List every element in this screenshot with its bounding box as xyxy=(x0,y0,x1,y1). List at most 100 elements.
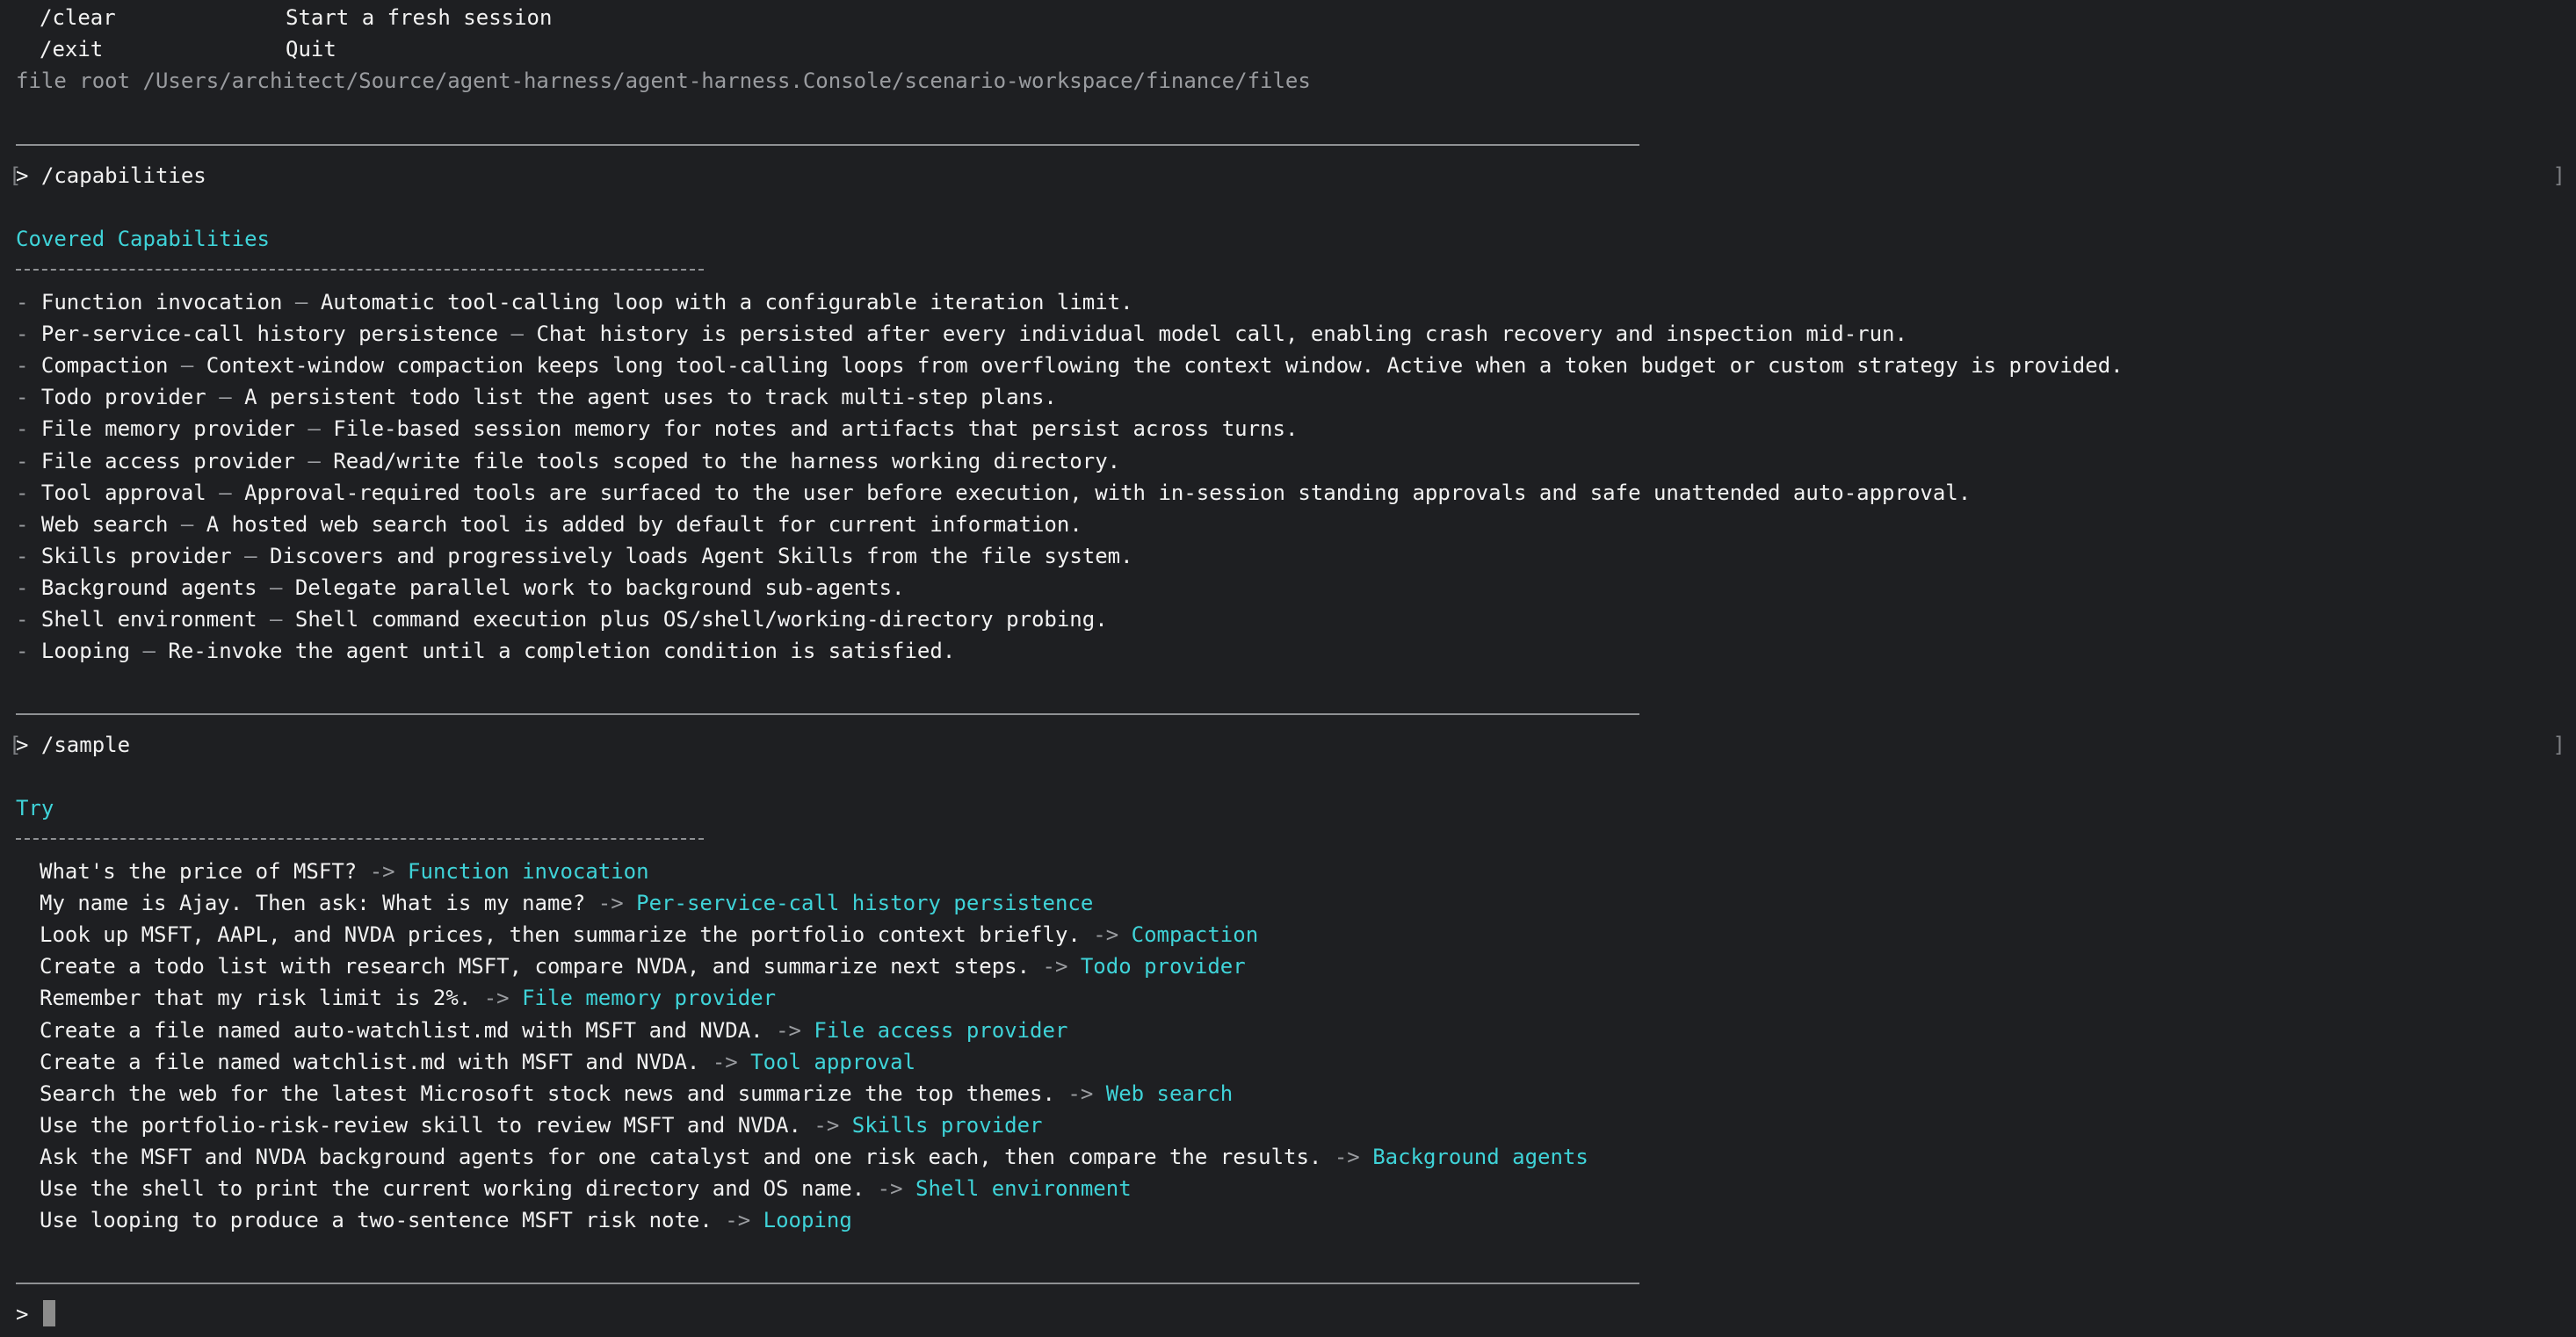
capability-item: - Web search – A hosted web search tool … xyxy=(16,512,1082,537)
separator-rule xyxy=(16,1283,1639,1284)
sample-item: Look up MSFT, AAPL, and NVDA prices, the… xyxy=(16,919,1258,950)
sample-item: Remember that my risk limit is 2%. -> Fi… xyxy=(16,982,776,1014)
capability-description: Automatic tool-calling loop with a confi… xyxy=(320,290,1133,314)
sample-item: Use the portfolio-risk-review skill to r… xyxy=(16,1109,1043,1141)
sample-prompt-text: Use looping to produce a two-sentence MS… xyxy=(40,1208,713,1232)
sample-capability: Tool approval xyxy=(750,1050,916,1074)
sample-arrow: -> xyxy=(597,891,624,915)
capability-description: Delegate parallel work to background sub… xyxy=(294,575,905,600)
sample-capability: File memory provider xyxy=(522,986,777,1010)
help-description: Quit xyxy=(286,37,336,61)
sample-item: My name is Ajay. Then ask: What is my na… xyxy=(16,887,1093,919)
sample-prompt-text: Create a file named watchlist.md with MS… xyxy=(40,1050,700,1074)
sample-prompt-text: Remember that my risk limit is 2%. xyxy=(40,986,472,1010)
sample-capability: Compaction xyxy=(1131,922,1259,947)
input-prompt[interactable]: > xyxy=(16,1298,55,1330)
sample-arrow: -> xyxy=(725,1208,751,1232)
sample-prompt-text: Look up MSFT, AAPL, and NVDA prices, the… xyxy=(40,922,1081,947)
help-row-exit: /exit Quit xyxy=(16,33,336,65)
terminal-window: /clear Start a fresh session /exit Quit fi… xyxy=(0,0,2576,1337)
capability-name: Skills provider xyxy=(40,544,232,568)
samples-title: Try xyxy=(16,796,54,820)
capability-description: A persistent todo list the agent uses to… xyxy=(244,385,1057,409)
prompt-symbol: > xyxy=(16,733,29,757)
sample-item: Use the shell to print the current worki… xyxy=(16,1173,1132,1204)
capability-name: Shell environment xyxy=(40,607,257,632)
capability-description: Discovers and progressively loads Agent … xyxy=(270,544,1133,568)
capability-item: - File access provider – Read/write file… xyxy=(16,449,1121,473)
capability-name: Tool approval xyxy=(40,481,206,505)
sample-prompt-text: What's the price of MSFT? xyxy=(40,859,358,884)
entered-command: /capabilities xyxy=(40,163,206,188)
sample-arrow: -> xyxy=(1334,1145,1360,1169)
capability-description: Chat history is persisted after every in… xyxy=(536,322,1907,346)
sample-prompt-text: Ask the MSFT and NVDA background agents … xyxy=(40,1145,1322,1169)
prompt-line-capabilities: [> /capabilities ] xyxy=(9,160,2565,192)
capability-name: Background agents xyxy=(40,575,257,600)
capability-name: File memory provider xyxy=(40,416,295,441)
prompt-symbol: > xyxy=(16,163,29,188)
capability-name: File access provider xyxy=(40,449,295,473)
sample-arrow: -> xyxy=(1042,954,1068,979)
sample-capability: Looping xyxy=(763,1208,852,1232)
capability-item: - Per-service-call history persistence –… xyxy=(16,322,1907,346)
help-command: /exit xyxy=(40,37,104,61)
bracket-left: [ xyxy=(9,163,22,188)
entered-command: /sample xyxy=(40,733,131,757)
capability-name: Function invocation xyxy=(40,290,283,314)
sample-arrow: -> xyxy=(369,859,395,884)
bracket-right: ] xyxy=(2552,733,2565,757)
capability-item: - Todo provider – A persistent todo list… xyxy=(16,385,1057,409)
text-cursor xyxy=(42,1300,55,1326)
help-row-clear: /clear Start a fresh session xyxy=(16,2,552,33)
file-root-line: file root /Users/architect/Source/agent-… xyxy=(16,65,1311,97)
sample-prompt-text: Create a file named auto-watchlist.md wi… xyxy=(40,1018,763,1043)
capability-item: - Shell environment – Shell command exec… xyxy=(16,607,1108,632)
capability-name: Per-service-call history persistence xyxy=(40,322,499,346)
capability-item: - Looping – Re-invoke the agent until a … xyxy=(16,639,956,663)
sample-arrow: -> xyxy=(814,1113,840,1138)
sample-arrow: -> xyxy=(483,986,510,1010)
sample-capability: Per-service-call history persistence xyxy=(636,891,1094,915)
capabilities-title: Covered Capabilities xyxy=(16,227,270,251)
capability-item: - File memory provider – File-based sess… xyxy=(16,416,1299,441)
sample-capability: Function invocation xyxy=(408,859,649,884)
capability-description: Re-invoke the agent until a completion c… xyxy=(168,639,956,663)
separator-rule xyxy=(16,713,1639,715)
sample-capability: Shell environment xyxy=(915,1176,1132,1201)
capabilities-title-underline xyxy=(16,269,704,271)
capability-description: Read/write file tools scoped to the harn… xyxy=(333,449,1121,473)
sample-prompt-text: Use the shell to print the current worki… xyxy=(40,1176,865,1201)
sample-capability: Todo provider xyxy=(1080,954,1246,979)
sample-item: What's the price of MSFT? -> Function in… xyxy=(16,856,649,887)
capability-item: - Background agents – Delegate parallel … xyxy=(16,575,905,600)
help-command: /clear xyxy=(40,5,116,30)
sample-prompt-text: Create a todo list with research MSFT, c… xyxy=(40,954,1031,979)
capability-name: Web search xyxy=(40,512,169,537)
capability-description: Context-window compaction keeps long too… xyxy=(206,353,2124,378)
capability-item: - Compaction – Context-window compaction… xyxy=(16,353,2124,378)
file-root-label: file root xyxy=(16,69,131,93)
sample-arrow: -> xyxy=(712,1050,738,1074)
capability-name: Compaction xyxy=(40,353,169,378)
sample-item: Create a todo list with research MSFT, c… xyxy=(16,950,1246,982)
sample-arrow: -> xyxy=(1067,1081,1094,1106)
sample-item: Search the web for the latest Microsoft … xyxy=(16,1078,1233,1109)
sample-prompt-text: My name is Ajay. Then ask: What is my na… xyxy=(40,891,586,915)
sample-capability: Background agents xyxy=(1372,1145,1588,1169)
sample-arrow: -> xyxy=(877,1176,903,1201)
help-description: Start a fresh session xyxy=(286,5,553,30)
bracket-left: [ xyxy=(9,733,22,757)
sample-prompt-text: Search the web for the latest Microsoft … xyxy=(40,1081,1055,1106)
sample-item: Use looping to produce a two-sentence MS… xyxy=(16,1204,852,1236)
sample-arrow: -> xyxy=(776,1018,801,1043)
capability-item: - Function invocation – Automatic tool-c… xyxy=(16,290,1133,314)
capability-name: Looping xyxy=(40,639,131,663)
samples-title-underline xyxy=(16,838,704,840)
sample-item: Create a file named watchlist.md with MS… xyxy=(16,1046,915,1078)
separator-rule xyxy=(16,144,1639,146)
sample-item: Create a file named auto-watchlist.md wi… xyxy=(16,1015,1067,1046)
sample-capability: Skills provider xyxy=(851,1113,1043,1138)
file-root-path: /Users/architect/Source/agent-harness/ag… xyxy=(142,69,1311,93)
sample-capability: Web search xyxy=(1105,1081,1234,1106)
